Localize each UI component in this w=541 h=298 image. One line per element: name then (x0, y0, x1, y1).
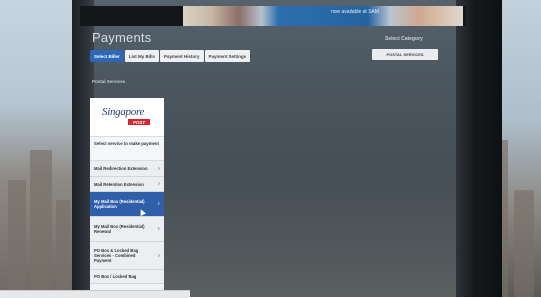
promo-banner[interactable]: now available at SAM (80, 6, 466, 26)
service-mail-redirection[interactable]: Mail Redirection Extension › (90, 161, 164, 177)
tab-payment-history[interactable]: Payment History (160, 50, 204, 62)
service-label: PO Box & Locked Bag Services - Combined … (94, 248, 139, 263)
service-po-box-locked-bag[interactable]: PO Box / Locked Bag (90, 270, 164, 284)
page-title: Payments (92, 30, 152, 45)
service-my-mail-box-renewal[interactable]: My Mail Box (Residential) Renewal › (90, 217, 164, 242)
tab-list-my-bills[interactable]: List My Bills (124, 50, 160, 62)
chevron-right-icon: › (157, 252, 160, 259)
section-label: Postal Services (92, 79, 126, 84)
biller-card: Singapore POST Select service to make pa… (90, 98, 164, 297)
banner-text: now available at SAM (300, 9, 410, 15)
tab-select-biller[interactable]: Select Biller (90, 50, 124, 62)
service-label: My Mail Box (Residential) Renewal (94, 224, 145, 234)
window-frame-right (456, 0, 502, 297)
category-select[interactable]: POSTAL SERVICES (372, 49, 438, 60)
tab-payment-settings[interactable]: Payment Settings (204, 50, 251, 62)
service-my-mail-box-application[interactable]: My Mail Box (Residential) Application › (90, 192, 164, 217)
payment-tabs: Select Biller List My Bills Payment Hist… (90, 50, 251, 62)
service-label: Mail Retention Extension (94, 181, 144, 187)
singapore-post-logo: Singapore POST (90, 98, 164, 137)
chevron-right-icon: › (157, 225, 160, 233)
banner-line-2: now available at SAM (330, 9, 380, 15)
service-po-box-combined[interactable]: PO Box & Locked Bag Services - Combined … (90, 242, 164, 270)
service-label: My Mail Box (Residential) Application (94, 199, 145, 209)
service-mail-retention[interactable]: Mail Retention Extension › (90, 177, 164, 192)
chevron-right-icon: › (157, 200, 160, 208)
card-prompt: Select service to make payment (90, 137, 164, 161)
service-label: PO Box / Locked Bag (94, 274, 137, 279)
chevron-right-icon: › (157, 180, 160, 188)
chevron-right-icon: › (157, 165, 160, 172)
select-category-label: Select Category (385, 36, 423, 42)
logo-wordmark: Singapore (102, 106, 145, 118)
service-label: Mail Redirection Extension (94, 166, 148, 171)
logo-post-badge: POST (128, 119, 150, 125)
